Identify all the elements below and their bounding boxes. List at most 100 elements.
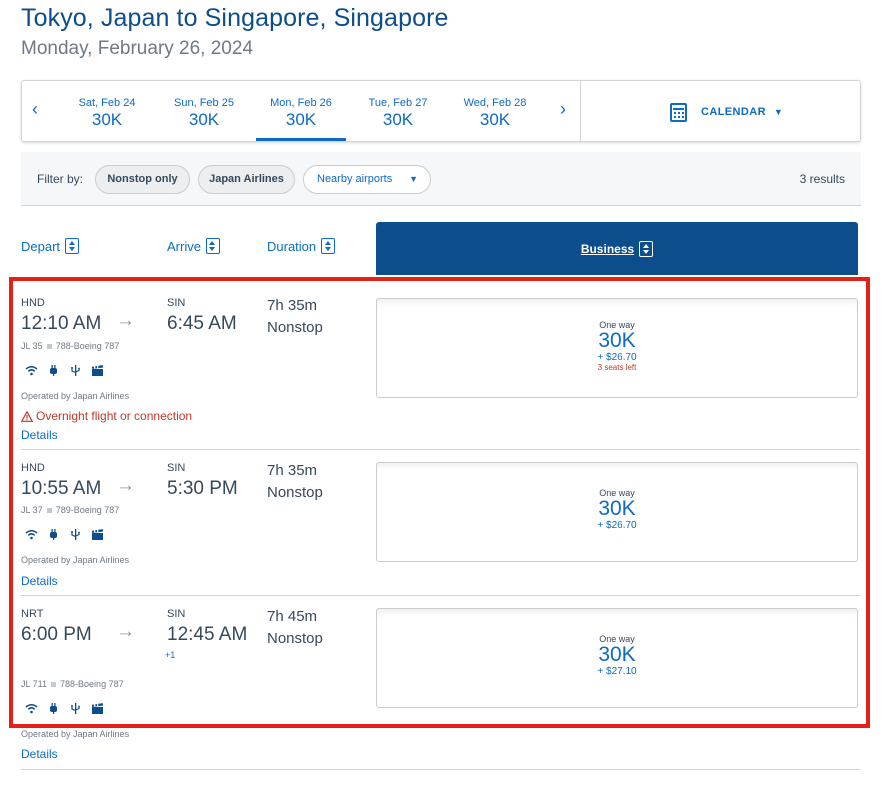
- sort-duration-button[interactable]: Duration: [267, 238, 336, 254]
- usb-icon: [69, 703, 82, 714]
- route-title: Tokyo, Japan to Singapore, Singapore: [21, 4, 449, 32]
- caret-down-icon: ▼: [773, 107, 783, 117]
- date-price: 30K: [91, 110, 123, 129]
- fare-tax: + $26.70: [597, 352, 637, 363]
- filter-bar: Filter by: Nonstop only Japan Airlines N…: [21, 152, 861, 206]
- date-option-feb-28[interactable]: Wed, Feb 28 30K: [450, 81, 540, 141]
- divider: [580, 81, 581, 141]
- date-label: Tue, Feb 27: [368, 97, 428, 109]
- flight-number-aircraft: JL 35 788-Boeing 787: [21, 341, 119, 351]
- date-price: 30K: [188, 110, 220, 129]
- flight-number-aircraft: JL 37 789-Boeing 787: [21, 505, 119, 515]
- separator-dot: [46, 507, 52, 513]
- departure-time: 10:55 AM: [21, 478, 102, 499]
- filter-label: Filter by:: [37, 172, 84, 186]
- chevron-left-icon[interactable]: ‹: [32, 99, 38, 119]
- flight-stops: Nonstop: [267, 630, 323, 647]
- next-day-indicator: +1: [165, 650, 176, 660]
- warning-text: Overnight flight or connection: [36, 409, 193, 423]
- warning-icon: [21, 410, 33, 422]
- usb-icon: [69, 529, 82, 540]
- arrival-time: 5:30 PM: [167, 478, 238, 499]
- destination-code: SIN: [167, 297, 186, 309]
- flight-number: JL 37: [21, 505, 43, 515]
- power-outlet-icon: [47, 703, 60, 714]
- power-outlet-icon: [47, 529, 60, 540]
- aircraft-type: 789-Boeing 787: [55, 505, 120, 515]
- column-label: Duration: [267, 238, 317, 254]
- details-link[interactable]: Details: [21, 428, 58, 442]
- flight-stops: Nonstop: [267, 319, 323, 336]
- date-selector: ‹ Sat, Feb 24 30K Sun, Feb 25 30K Mon, F…: [21, 80, 861, 142]
- fare-miles: 30K: [598, 497, 636, 520]
- origin-code: NRT: [21, 608, 44, 620]
- filter-nonstop-chip[interactable]: Nonstop only: [95, 165, 190, 194]
- date-option-feb-24[interactable]: Sat, Feb 24 30K: [62, 81, 152, 141]
- date-label: Sat, Feb 24: [78, 97, 136, 109]
- fare-option-business[interactable]: One way 30K + $26.70 3 seats left: [376, 298, 858, 398]
- overnight-warning: Overnight flight or connection: [21, 409, 192, 423]
- amenities: [25, 529, 104, 540]
- fare-tax: + $26.70: [597, 520, 637, 531]
- date-price: 30K: [285, 110, 317, 129]
- date-price: 30K: [382, 110, 414, 129]
- sort-icon: [639, 240, 654, 257]
- nearby-airports-dropdown[interactable]: Nearby airports ▼: [303, 165, 431, 194]
- calendar-icon: [670, 102, 687, 122]
- date-option-feb-27[interactable]: Tue, Feb 27 30K: [353, 81, 443, 141]
- fare-option-business[interactable]: One way 30K + $27.10: [376, 608, 858, 708]
- date-price: 30K: [479, 110, 511, 129]
- column-label: Depart: [21, 238, 61, 254]
- amenities: [25, 703, 104, 714]
- flight-number: JL 711: [21, 679, 48, 689]
- caret-down-icon: ▼: [409, 174, 418, 184]
- sort-icon: [205, 238, 220, 254]
- power-outlet-icon: [47, 365, 60, 376]
- date-option-feb-26[interactable]: Mon, Feb 26 30K: [256, 81, 346, 141]
- details-link[interactable]: Details: [21, 747, 58, 761]
- chevron-right-icon[interactable]: ›: [560, 99, 566, 119]
- seats-left: 3 seats left: [597, 363, 637, 372]
- sort-depart-button[interactable]: Depart: [21, 238, 80, 254]
- amenities: [25, 365, 104, 376]
- fare-miles: 30K: [598, 643, 636, 666]
- calendar-label: CALENDAR: [701, 106, 766, 118]
- details-link[interactable]: Details: [21, 574, 58, 588]
- filter-japan-airlines-chip[interactable]: Japan Airlines: [198, 165, 295, 194]
- sort-icon: [65, 238, 80, 254]
- fare-option-business[interactable]: One way 30K + $26.70: [376, 462, 858, 562]
- aircraft-type: 788-Boeing 787: [55, 341, 120, 351]
- flight-row: NRT 6:00 PM → SIN 12:45 AM +1 7h 45m Non…: [21, 596, 861, 770]
- sort-icon: [321, 238, 336, 254]
- aircraft-type: 788-Boeing 787: [60, 679, 124, 689]
- arrow-right-icon: →: [116, 475, 135, 496]
- flight-duration: 7h 45m: [267, 608, 318, 625]
- column-label: Arrive: [167, 238, 201, 254]
- wifi-icon: [25, 703, 38, 714]
- arrival-time: 12:45 AM: [167, 624, 248, 645]
- sort-arrive-button[interactable]: Arrive: [167, 238, 220, 254]
- flight-number-aircraft: JL 711 788-Boeing 787: [21, 679, 124, 689]
- operated-by: Operated by Japan Airlines: [21, 391, 130, 401]
- date-label: Wed, Feb 28: [463, 97, 527, 109]
- entertainment-icon: [91, 703, 104, 714]
- flight-duration: 7h 35m: [267, 462, 318, 479]
- flight-number: JL 35: [21, 341, 43, 351]
- cabin-business-header[interactable]: Business: [376, 222, 858, 275]
- arrival-time: 6:45 AM: [167, 313, 237, 334]
- operated-by: Operated by Japan Airlines: [21, 555, 130, 565]
- dropdown-label: Nearby airports: [317, 173, 393, 185]
- entertainment-icon: [91, 365, 104, 376]
- calendar-button[interactable]: CALENDAR ▼: [670, 101, 783, 123]
- cabin-label: Business: [580, 241, 635, 256]
- operated-by: Operated by Japan Airlines: [21, 729, 130, 739]
- date-label: Sun, Feb 25: [174, 97, 234, 109]
- entertainment-icon: [91, 529, 104, 540]
- origin-code: HND: [21, 297, 45, 309]
- separator-dot: [46, 343, 52, 349]
- fare-miles: 30K: [598, 329, 636, 352]
- flight-row: HND 12:10 AM → SIN 6:45 AM 7h 35m Nonsto…: [21, 285, 861, 450]
- wifi-icon: [25, 529, 38, 540]
- destination-code: SIN: [167, 462, 186, 474]
- date-option-feb-25[interactable]: Sun, Feb 25 30K: [159, 81, 249, 141]
